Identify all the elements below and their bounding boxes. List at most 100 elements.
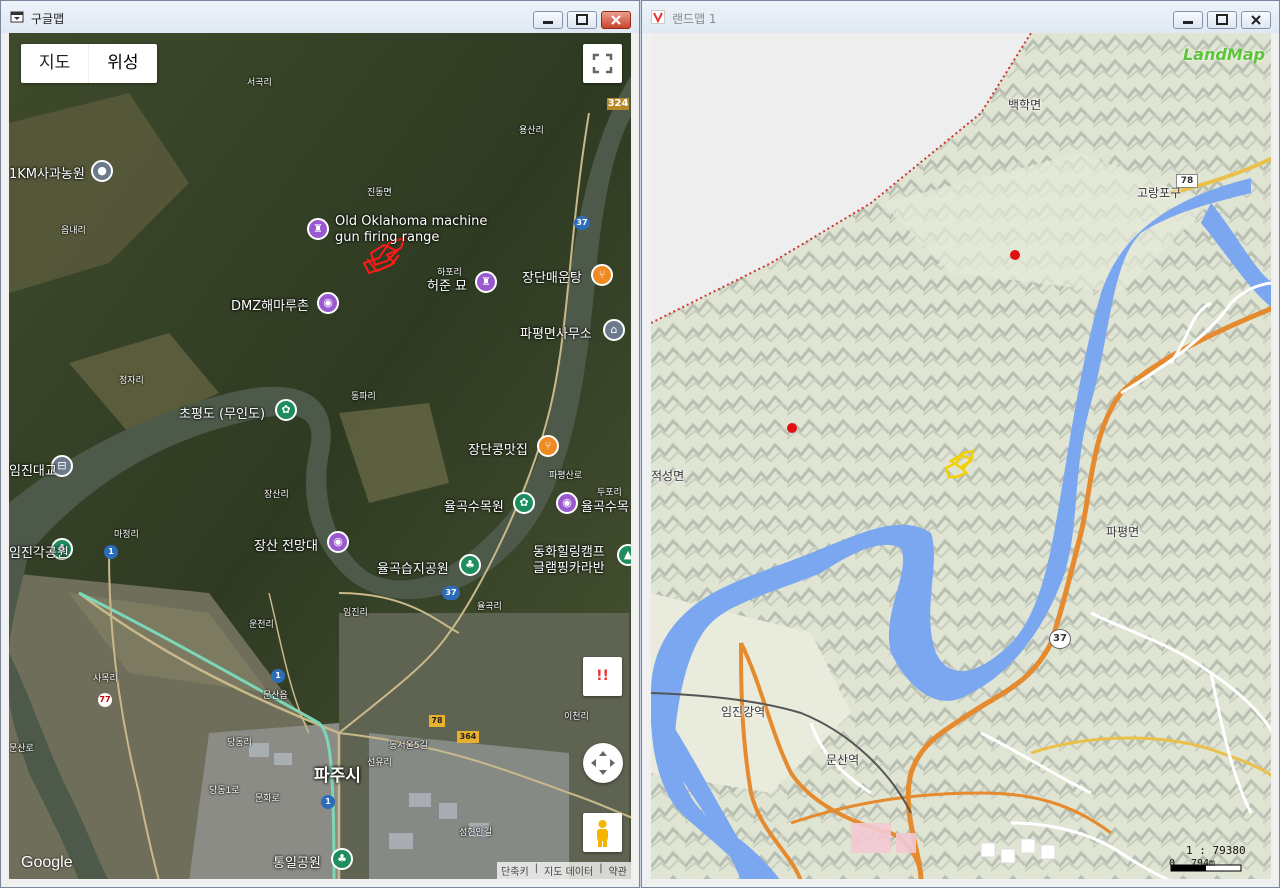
title-bar[interactable]: 랜드맵 1 [642,1,1279,33]
camera-icon[interactable]: ◉ [556,492,578,514]
window-title: 구글맵 [31,12,65,26]
park-icon[interactable]: ♣ [331,848,353,870]
attribution-bar: 단축키 | 지도 데이터 | 약관 [497,862,631,879]
place-label: 당동1로 [209,786,240,796]
place-label: 당동리 [227,738,252,748]
place-label: 파평산로 [549,471,583,481]
place-label: 문산읍 [263,691,288,701]
close-button[interactable] [1241,11,1271,29]
street-view-button[interactable] [583,813,622,852]
place-label: 마정리 [114,530,139,540]
place-label: 장산리 [264,490,289,500]
park-icon[interactable]: ♣ [459,554,481,576]
place-label: 율곡리 [477,602,502,612]
route-shield: 37 [1049,629,1071,649]
poi-label[interactable]: 임진각공원 [9,542,69,561]
place-label: 선유리 [367,758,392,768]
fullscreen-icon [592,53,613,74]
fullscreen-button[interactable] [583,44,622,83]
landmark-icon[interactable]: ♜ [475,271,497,293]
city-label: 파주시 [314,766,361,786]
camera-icon[interactable]: ◉ [317,292,339,314]
alert-button[interactable]: !! [583,657,622,696]
poi-label[interactable]: 1KM사과농원 [9,163,85,182]
camera-control[interactable] [583,743,623,783]
place-label: 동파리 [351,392,376,402]
route-shield: 1 [104,545,118,559]
maximize-button[interactable] [1207,11,1237,29]
place-label: 임진리 [343,608,368,618]
poi-label[interactable]: 장단매운탕 [522,267,582,286]
close-button[interactable] [601,11,631,29]
scale-ratio: 1 : 79380 [1186,844,1246,857]
map-data-link[interactable]: 지도 데이터 [544,863,593,878]
place-label: 운천리 [249,620,274,630]
place-label: 적성면 [651,469,685,483]
poi-label[interactable]: 율곡습지공원 [377,558,449,577]
poi-label[interactable]: gun firing range [335,230,439,245]
map-type-map-button[interactable]: 지도 [21,44,88,83]
poi-label[interactable]: 임진대교 [9,460,57,479]
poi-label[interactable]: Old Oklahoma machine [335,214,487,229]
scale-zero: 0 [1169,858,1176,869]
terrain-map [651,33,1271,879]
place-label: 용산리 [519,126,544,136]
landmark-icon[interactable]: ♜ [307,218,329,240]
route-shield: 37 [442,586,460,600]
place-label: 정자리 [119,376,144,386]
poi-label[interactable]: 파평면사무소 [520,323,592,342]
google-map-canvas[interactable]: 서곡리 용산리 진동면 읍내리 하포리 정자리 동파리 장산리 마정리 임진리 … [9,33,631,879]
route-shield: 364 [457,731,479,743]
map-type-control: 지도 위성 [21,44,157,83]
camera-icon[interactable]: ◉ [327,531,349,553]
pin-icon[interactable]: ● [91,160,113,182]
route-shield: 324 [607,98,629,110]
minimize-button[interactable] [533,11,563,29]
place-label: 문산로 [9,744,34,754]
route-shield: 78 [429,715,445,727]
place-label: 임진강역 [721,705,766,719]
place-label: 사목리 [93,674,118,684]
maximize-button[interactable] [567,11,597,29]
restaurant-icon[interactable]: ⑂ [591,264,613,286]
route-shield: 1 [321,795,335,809]
place-label: 읍내리 [61,226,86,236]
place-label: 이천리 [564,712,589,722]
place-label: 동서울5길 [389,741,428,751]
terms-link[interactable]: 약관 [609,863,627,878]
place-label: 고랑포구 [1137,186,1182,200]
window-title: 랜드맵 1 [672,12,717,26]
place-label: 백학면 [1008,98,1042,112]
poi-label[interactable]: 초평도 (무인도) [179,403,265,422]
poi-label[interactable]: 글램핑카라반 [533,557,605,576]
poi-label[interactable]: 통일공원 [273,852,321,871]
route-shield: 37 [574,216,590,230]
flower-icon[interactable]: ✿ [513,492,535,514]
place-label: 문산역 [826,753,860,767]
place-label: 진동면 [367,188,392,198]
restaurant-icon[interactable]: ⑂ [537,435,559,457]
poi-label[interactable]: DMZ해마루촌 [231,295,309,314]
poi-label[interactable]: 장산 전망대 [254,535,318,554]
poi-label[interactable]: 율곡수목원 [444,496,504,515]
poi-label[interactable]: 장단콩맛집 [468,439,528,458]
google-logo[interactable]: Google [21,854,73,872]
map-type-satellite-button[interactable]: 위성 [88,44,156,83]
route-shield: 77 [98,693,112,707]
office-icon[interactable]: ⌂ [603,319,625,341]
minimize-button[interactable] [1173,11,1203,29]
flower-icon[interactable]: ✿ [275,399,297,421]
shortcuts-link[interactable]: 단축키 [501,863,529,878]
google-map-window: 구글맵 서곡리 용산리 진동면 읍내리 하포리 정자리 동파리 장산리 마정리 … [0,0,640,888]
route-shield: 78 [1176,174,1198,188]
place-label: 서곡리 [247,78,272,88]
pegman-icon [597,820,608,847]
title-bar[interactable]: 구글맵 [1,1,639,33]
app-icon [10,11,24,23]
landmap-canvas[interactable]: LandMap 백학면 고랑포구 적성면 파평면 임진강역 문산역 78 37 … [651,33,1271,879]
poi-label[interactable]: 율곡수목 [581,496,629,515]
poi-label[interactable]: 허준 묘 [427,275,467,294]
scale-length: 794m [1191,858,1216,869]
landmap-window: 랜드맵 1 LandMap 백학면 고랑포구 적성면 파평면 임진강역 문산역 … [641,0,1280,888]
marker-dot [1010,250,1020,260]
